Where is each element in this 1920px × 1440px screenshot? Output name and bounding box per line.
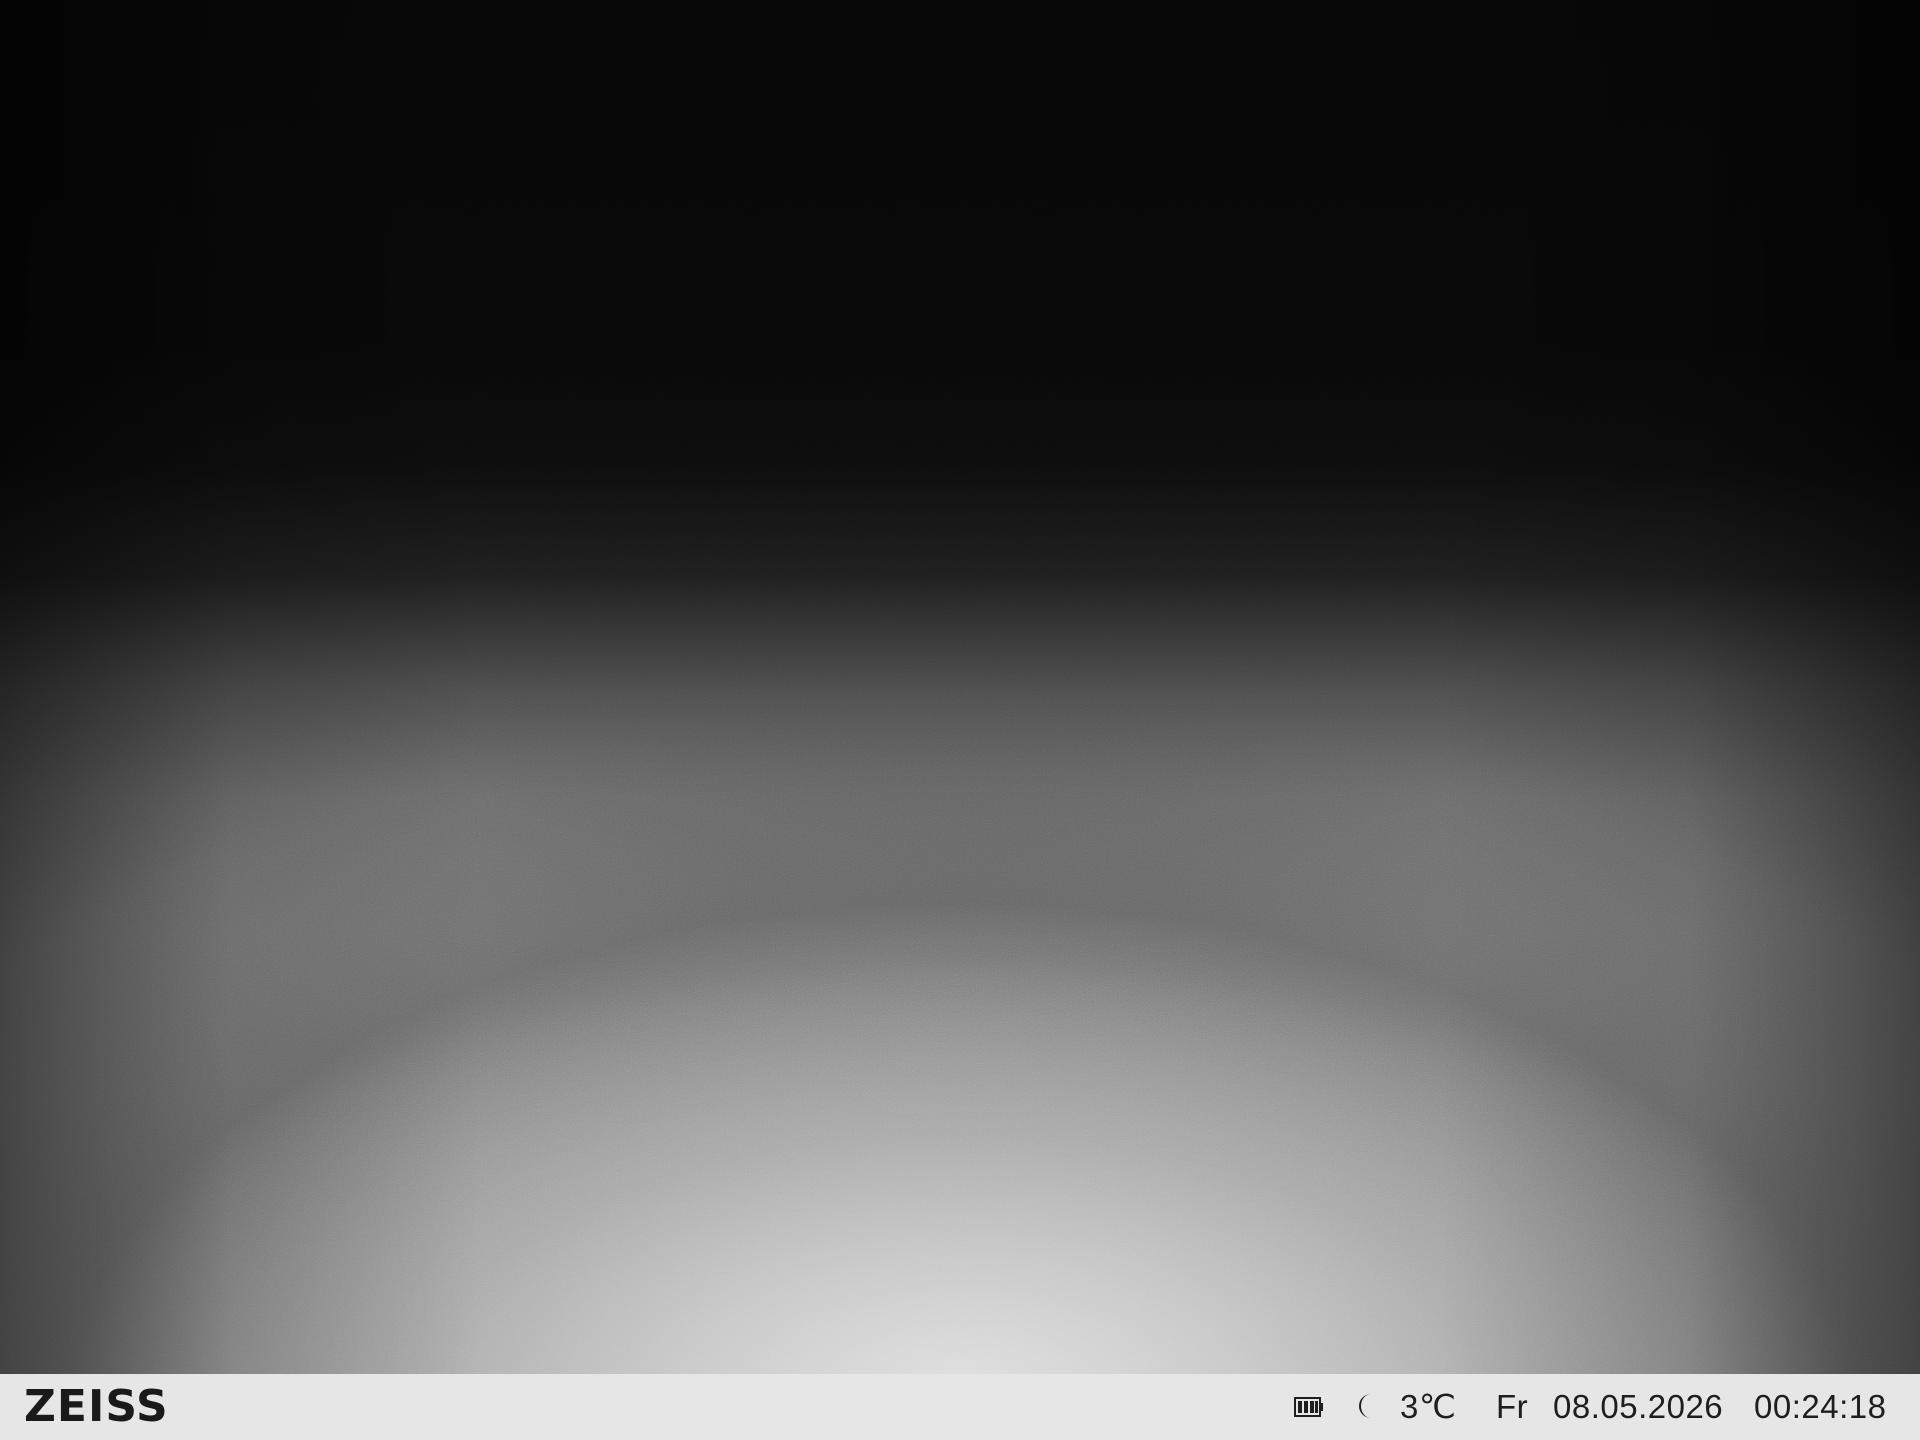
lens-vignette <box>0 0 1920 1374</box>
temperature-readout: 3℃ <box>1400 1388 1457 1425</box>
moon-icon <box>1359 1394 1371 1418</box>
camera-status-bar: ZEISS 3℃ Fr 08.05.2026 00:24:18 <box>0 1374 1920 1440</box>
trail-camera-frame: ZEISS 3℃ Fr 08.05.2026 00:24:18 <box>0 0 1920 1440</box>
brand-logo: ZEISS <box>24 1381 169 1432</box>
battery-full-icon <box>1294 1397 1323 1417</box>
time-readout: 00:24:18 <box>1754 1388 1887 1425</box>
weekday-readout: Fr <box>1496 1388 1529 1425</box>
date-readout: 08.05.2026 <box>1553 1388 1724 1425</box>
